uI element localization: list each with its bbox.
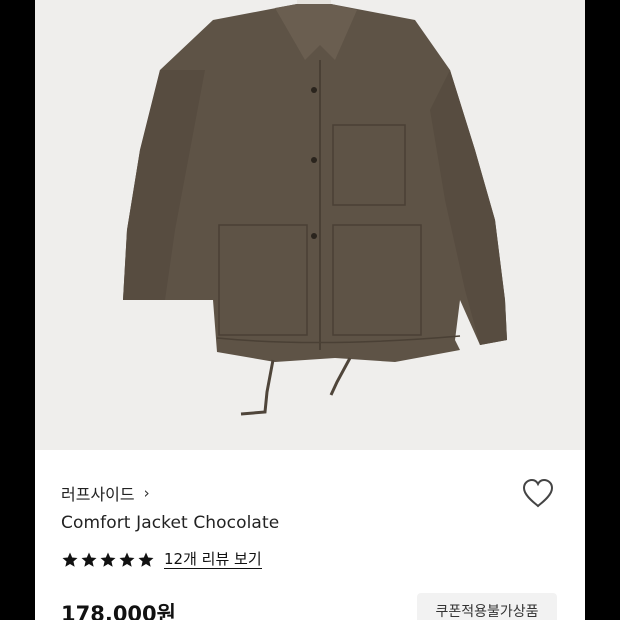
drawstring-right (329, 357, 352, 396)
button-1 (311, 87, 317, 93)
star-icon (81, 552, 97, 567)
product-info: 러프사이드 › Comfort Jacket Chocolate 12개 리뷰 … (35, 450, 585, 620)
rating-row: 12개 리뷰 보기 (61, 550, 262, 569)
brand-name: 러프사이드 (61, 485, 135, 504)
price: 178,000원 (61, 602, 176, 620)
product-title: Comfort Jacket Chocolate (61, 513, 280, 533)
reviews-link[interactable]: 12개 리뷰 보기 (164, 550, 262, 569)
chevron-right-icon: › (143, 484, 150, 502)
drawstring-left (240, 359, 275, 416)
wishlist-button[interactable] (520, 477, 556, 509)
heart-outline-icon (522, 478, 554, 508)
star-icon (119, 552, 135, 567)
product-detail-screen: 러프사이드 › Comfort Jacket Chocolate 12개 리뷰 … (35, 0, 585, 620)
tag (297, 0, 331, 4)
product-image[interactable] (35, 0, 585, 450)
button-3 (311, 233, 317, 239)
coupon-badge: 쿠폰적용불가상품 (417, 593, 557, 620)
rating-stars (61, 551, 155, 569)
star-icon (138, 552, 154, 567)
button-2 (311, 157, 317, 163)
star-icon (62, 552, 78, 567)
star-icon (100, 552, 116, 567)
brand-link[interactable]: 러프사이드 › (61, 481, 150, 505)
jacket-illustration (123, 0, 507, 416)
